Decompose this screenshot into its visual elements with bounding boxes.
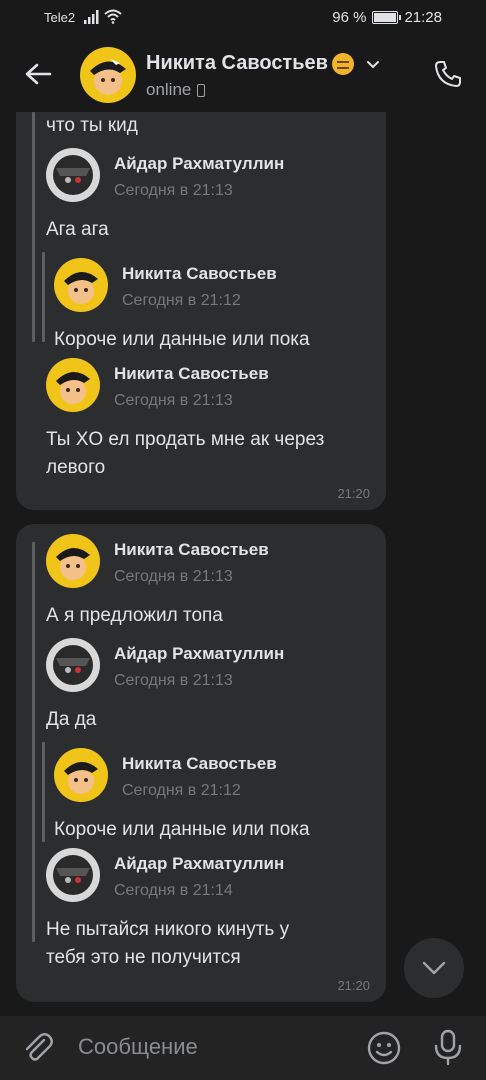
forward-date: Сегодня в 21:12 [122, 782, 241, 799]
message-time: 21:20 [337, 978, 370, 993]
scroll-to-bottom-button[interactable] [404, 938, 464, 998]
author-avatar[interactable] [46, 534, 100, 588]
message-text: Ты XO ел продать мне ак через [46, 429, 325, 450]
message-bubble[interactable]: Никита Савостьев Сегодня в 21:13 А я пре… [16, 524, 386, 1002]
forward-date: Сегодня в 21:13 [114, 182, 233, 199]
arrow-left-icon [25, 63, 52, 85]
status-bar: Tele2 96 % 21:28 [0, 0, 486, 36]
message-text: Ага ага [46, 219, 109, 240]
author-avatar[interactable] [46, 358, 100, 412]
author-avatar[interactable] [54, 258, 108, 312]
message-text: Не пытайся никого кинуть у [46, 919, 290, 940]
author-name: Никита Савостьев [122, 264, 277, 283]
message-text: тебя это не получится [46, 947, 241, 968]
back-button[interactable] [20, 56, 56, 92]
phone-icon [435, 61, 461, 87]
forward-line [32, 542, 35, 942]
author-name: Айдар Рахматуллин [114, 644, 285, 663]
author-name: Айдар Рахматуллин [114, 854, 285, 873]
author-name: Никита Савостьев [114, 364, 269, 383]
forward-line [32, 112, 35, 342]
battery-percent: 96 % [332, 9, 367, 26]
forward-date: Сегодня в 21:13 [114, 392, 233, 409]
signal-icon [84, 10, 99, 24]
author-avatar[interactable] [46, 638, 100, 692]
wifi-icon [104, 9, 122, 24]
smile-icon[interactable] [366, 1030, 402, 1066]
message-text: Короче или данные или пока [54, 329, 310, 350]
author-name: Айдар Рахматуллин [114, 154, 285, 173]
message-bubble[interactable]: что ты кид Айдар Рахматуллин Сегодня в 2… [16, 112, 386, 510]
expressionless-emoji-icon [331, 52, 354, 75]
clock: 21:28 [404, 9, 442, 26]
nested-forward-line [42, 742, 45, 842]
author-avatar[interactable] [46, 148, 100, 202]
forward-date: Сегодня в 21:12 [122, 292, 241, 309]
author-avatar[interactable] [54, 748, 108, 802]
forward-date: Сегодня в 21:14 [114, 882, 233, 899]
message-composer: Сообщение [0, 1016, 486, 1080]
message-text: что ты кид [46, 115, 138, 136]
paperclip-icon[interactable] [20, 1030, 56, 1066]
battery-icon [372, 11, 402, 24]
contact-status: online [146, 80, 206, 100]
message-text: Да да [46, 709, 97, 730]
contact-name[interactable]: Никита Савостьев [146, 52, 382, 75]
chevron-down-icon[interactable] [364, 55, 382, 73]
call-button[interactable] [428, 54, 468, 94]
microphone-icon[interactable] [430, 1028, 466, 1066]
author-avatar[interactable] [46, 848, 100, 902]
carrier-label: Tele2 [44, 10, 76, 25]
forward-date: Сегодня в 21:13 [114, 672, 233, 689]
author-name: Никита Савостьев [114, 540, 269, 559]
message-text: А я предложил топа [46, 605, 223, 626]
chat-header: Никита Савостьев online [0, 36, 486, 112]
chat-area[interactable]: что ты кид Айдар Рахматуллин Сегодня в 2… [0, 112, 486, 1016]
mobile-device-icon [197, 83, 206, 97]
message-input[interactable]: Сообщение [78, 1034, 198, 1060]
message-text: левого [46, 457, 106, 478]
contact-avatar[interactable] [80, 47, 136, 103]
chevron-down-icon [422, 961, 446, 975]
author-name: Никита Савостьев [122, 754, 277, 773]
nested-forward-line [42, 252, 45, 342]
message-time: 21:20 [337, 486, 370, 501]
message-text: Короче или данные или пока [54, 819, 310, 840]
forward-date: Сегодня в 21:13 [114, 568, 233, 585]
